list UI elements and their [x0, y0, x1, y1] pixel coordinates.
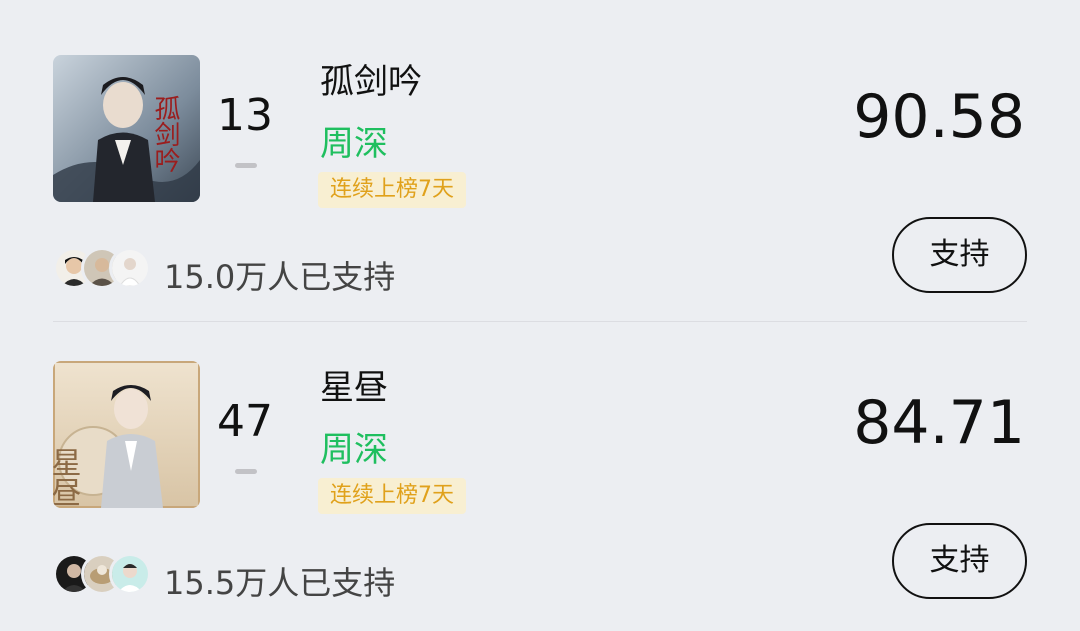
avatar — [109, 553, 151, 595]
rank-number: 47 — [217, 396, 273, 447]
album-cover[interactable]: 星昼 — [53, 361, 200, 508]
score-value: 90.58 — [853, 82, 1025, 152]
streak-badge: 连续上榜7天 — [318, 172, 466, 208]
cover-title-text: 星昼 — [53, 447, 82, 507]
supporter-count: 15.0万人已支持 — [164, 258, 396, 296]
trend-neutral-icon — [235, 469, 257, 474]
cover-title-text: 孤剑吟 — [150, 95, 180, 173]
trend-neutral-icon — [235, 163, 257, 168]
supporter-avatars — [53, 247, 163, 289]
support-button[interactable]: 支持 — [892, 217, 1027, 293]
rank-number: 13 — [217, 90, 273, 141]
album-cover[interactable]: 孤剑吟 — [53, 55, 200, 202]
supporter-avatars — [53, 553, 163, 595]
song-title[interactable]: 星昼 — [320, 360, 388, 409]
streak-badge: 连续上榜7天 — [318, 478, 466, 514]
support-button[interactable]: 支持 — [892, 523, 1027, 599]
score-value: 84.71 — [853, 388, 1025, 458]
avatar — [109, 247, 151, 289]
chart-entry[interactable]: 星昼 47 星昼 周深 连续上榜7天 84.71 15.5万人已支持 支持 — [0, 306, 1080, 612]
chart-list: 孤剑吟 13 孤剑吟 周深 连续上榜7天 90.58 15.0万人已支持 支持 — [0, 0, 1080, 631]
artist-name[interactable]: 周深 — [320, 116, 388, 165]
chart-entry[interactable]: 孤剑吟 13 孤剑吟 周深 连续上榜7天 90.58 15.0万人已支持 支持 — [0, 0, 1080, 306]
supporter-count: 15.5万人已支持 — [164, 564, 396, 602]
song-title[interactable]: 孤剑吟 — [320, 54, 422, 103]
album-cover-art: 星昼 — [53, 361, 200, 508]
album-cover-art: 孤剑吟 — [53, 55, 200, 202]
artist-name[interactable]: 周深 — [320, 422, 388, 471]
